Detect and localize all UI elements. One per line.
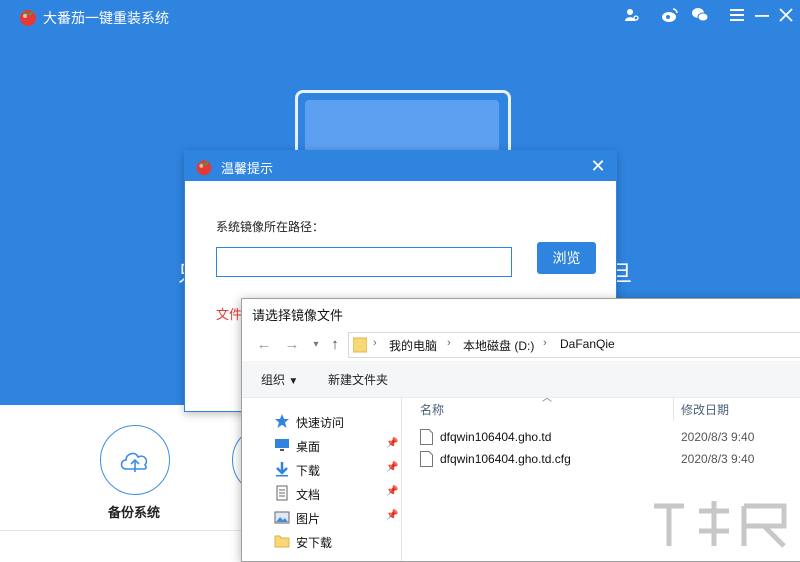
sort-chevron-icon: ︿ (542, 393, 552, 404)
file-name: dfqwin106404.gho.td (440, 430, 552, 444)
chevron-down-icon[interactable]: ▾ (306, 335, 326, 355)
nav-item-desktop[interactable]: 桌面 📌 (262, 435, 402, 457)
forward-arrow-icon[interactable]: → (282, 335, 302, 355)
nav-item-label: 桌面 (296, 440, 321, 454)
user-search-icon[interactable] (622, 5, 642, 25)
wechat-icon[interactable] (690, 5, 710, 25)
nav-item-label: 图片 (296, 512, 321, 526)
column-divider[interactable] (673, 397, 674, 421)
breadcrumb-separator: › (543, 337, 547, 349)
pin-icon[interactable]: 📌 (386, 510, 398, 521)
address-bar[interactable]: › 我的电脑 › 本地磁盘 (D:) › DaFanQie (348, 332, 800, 358)
breadcrumb-separator: › (373, 337, 377, 349)
tomato-logo-icon (20, 10, 36, 26)
folder-icon (353, 337, 367, 353)
minimize-icon[interactable] (752, 5, 772, 25)
pin-icon[interactable]: 📌 (386, 486, 398, 497)
star-icon (275, 414, 289, 428)
file-date: 2020/8/3 9:40 (681, 452, 755, 466)
column-header-date[interactable]: 修改日期 (681, 401, 729, 418)
file-name: dfqwin106404.gho.td.cfg (440, 452, 571, 466)
organize-label: 组织 (261, 373, 286, 387)
close-icon[interactable] (776, 5, 796, 25)
watermark-logo (654, 501, 787, 548)
pin-icon[interactable]: 📌 (386, 462, 398, 473)
document-icon (276, 485, 288, 501)
nav-item-documents[interactable]: 文档 📌 (262, 483, 402, 505)
new-folder-button[interactable]: 新建文件夹 (328, 371, 388, 388)
tomato-logo-icon (196, 160, 212, 176)
navigation-bar: ← → ▾ ↑ › 我的电脑 › 本地磁盘 (D:) › DaFanQie (242, 329, 800, 361)
chevron-down-icon: ▼ (288, 376, 299, 387)
nav-item-pictures[interactable]: 图片 📌 (262, 507, 402, 529)
cloud-upload-icon (120, 452, 148, 472)
file-date: 2020/8/3 9:40 (681, 430, 755, 444)
app-title: 大番茄一键重装系统 (43, 10, 169, 26)
file-row[interactable]: dfqwin106404.gho.td 2020/8/3 9:40 (412, 427, 800, 449)
nav-item-quick-access[interactable]: 快速访问 (262, 411, 402, 433)
up-arrow-icon[interactable]: ↑ (325, 335, 345, 355)
file-icon (420, 429, 433, 445)
back-arrow-icon[interactable]: ← (254, 335, 274, 355)
pictures-icon (274, 511, 290, 524)
nav-item-label: 安下载 (296, 536, 333, 550)
organize-menu[interactable]: 组织 ▼ (261, 371, 298, 388)
pin-icon[interactable]: 📌 (386, 438, 398, 449)
file-row[interactable]: dfqwin106404.gho.td.cfg 2020/8/3 9:40 (412, 449, 800, 471)
breadcrumb-local-disk[interactable]: 本地磁盘 (D:) (463, 337, 534, 354)
folder-icon (274, 535, 290, 548)
nav-item-label: 文档 (296, 488, 321, 502)
file-toolbar: 组织 ▼ 新建文件夹 (242, 361, 800, 398)
breadcrumb-dafanqie[interactable]: DaFanQie (560, 337, 615, 351)
nav-item-anxiazai[interactable]: 安下载 (262, 531, 402, 553)
nav-item-label: 下载 (296, 464, 321, 478)
nav-item-label: 快速访问 (296, 416, 345, 430)
tip-dialog-title: 温馨提示 (221, 161, 274, 176)
weibo-icon[interactable] (660, 5, 680, 25)
browse-button[interactable]: 浏览 (537, 242, 596, 274)
image-path-label: 系统镜像所在路径： (216, 220, 325, 234)
menu-icon[interactable] (727, 5, 747, 25)
backup-system-label: 备份系统 (108, 505, 161, 520)
breadcrumb-separator: › (447, 337, 451, 349)
breadcrumb-my-computer[interactable]: 我的电脑 (389, 337, 437, 354)
navigation-pane: 快速访问 桌面 📌 下载 📌 文档 📌 图片 📌 安下载 (242, 397, 402, 561)
image-path-input[interactable] (216, 247, 512, 277)
nav-item-downloads[interactable]: 下载 📌 (262, 459, 402, 481)
column-header-name[interactable]: 名称 (420, 401, 444, 418)
close-icon[interactable]: ✕ (588, 156, 608, 176)
file-icon (420, 451, 433, 467)
desktop-icon (275, 439, 289, 451)
tip-dialog-header: 温馨提示 ✕ (185, 151, 616, 181)
download-icon (276, 462, 288, 477)
monitor-screen (305, 100, 499, 152)
file-hint-text: 文件 (216, 307, 243, 322)
file-chooser-title: 请选择镜像文件 (252, 308, 344, 323)
backup-system-button[interactable] (100, 425, 170, 495)
